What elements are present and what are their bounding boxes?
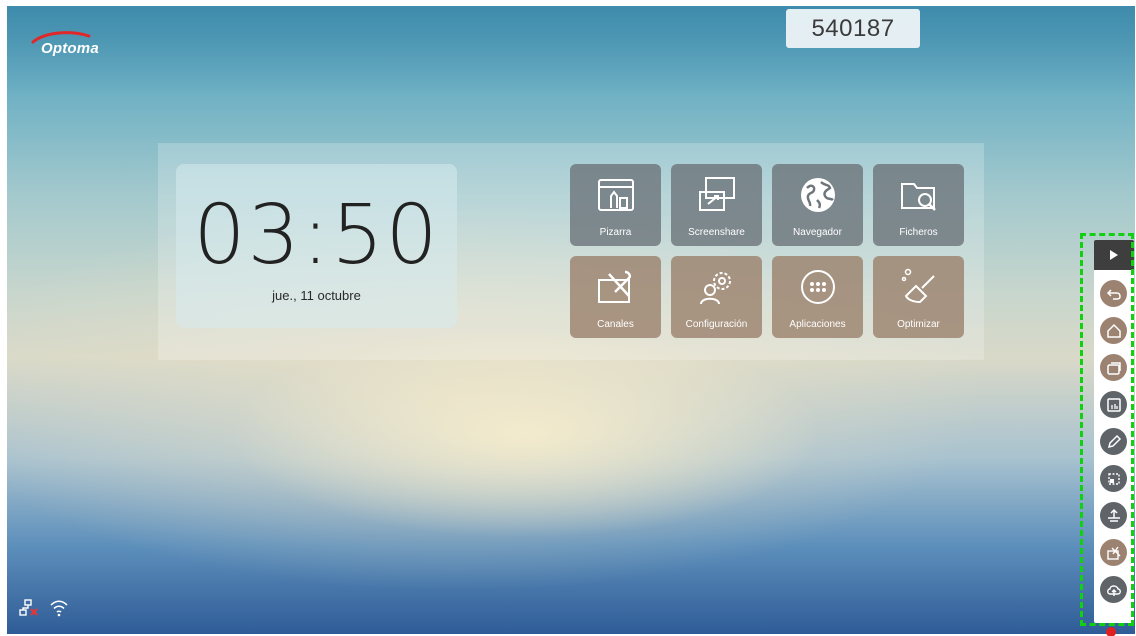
globe-icon: [800, 178, 835, 212]
broom-clean-icon: [901, 268, 935, 304]
app-tile-navegador[interactable]: Navegador: [772, 164, 863, 246]
app-label: Configuración: [685, 319, 748, 330]
sidebar-highlight-outline: [1080, 233, 1134, 626]
app-label: Ficheros: [899, 227, 938, 238]
app-tile-canales[interactable]: Canales: [570, 256, 661, 338]
app-tile-configuracion[interactable]: Configuración: [671, 256, 762, 338]
app-label: Canales: [597, 319, 634, 330]
wifi-icon[interactable]: [49, 599, 69, 617]
whiteboard-icon: [597, 179, 634, 211]
app-label: Pizarra: [599, 227, 632, 238]
settings-gear-icon: [699, 272, 731, 305]
apps-grid-icon: [800, 270, 835, 304]
app-label: Screenshare: [688, 227, 745, 238]
app-tile-screenshare[interactable]: Screenshare: [671, 164, 762, 246]
connection-pin: 540187: [786, 9, 920, 48]
app-tile-ficheros[interactable]: Ficheros: [873, 164, 964, 246]
app-tile-pizarra[interactable]: Pizarra: [570, 164, 661, 246]
clock-time: 03:50: [193, 188, 440, 283]
ethernet-disconnected-icon[interactable]: [19, 599, 39, 617]
logo-text: Optoma: [41, 40, 99, 57]
clock-widget: 03:50 jue., 11 octubre: [176, 164, 457, 328]
screenshare-icon: [698, 177, 735, 211]
app-label: Aplicaciones: [789, 319, 846, 330]
folder-search-icon: [900, 183, 936, 211]
network-status: [19, 599, 69, 617]
desktop-background: Optoma 540187 03:50 jue., 11 octubre Piz…: [7, 6, 1135, 634]
red-indicator-dot: [1106, 627, 1116, 636]
app-tile-optimizar[interactable]: Optimizar: [873, 256, 964, 338]
app-tile-aplicaciones[interactable]: Aplicaciones: [772, 256, 863, 338]
channels-tools-icon: [597, 270, 631, 303]
optoma-logo: Optoma: [31, 30, 121, 60]
app-label: Navegador: [793, 227, 842, 238]
clock-date: jue., 11 octubre: [272, 288, 361, 303]
app-label: Optimizar: [897, 319, 940, 330]
